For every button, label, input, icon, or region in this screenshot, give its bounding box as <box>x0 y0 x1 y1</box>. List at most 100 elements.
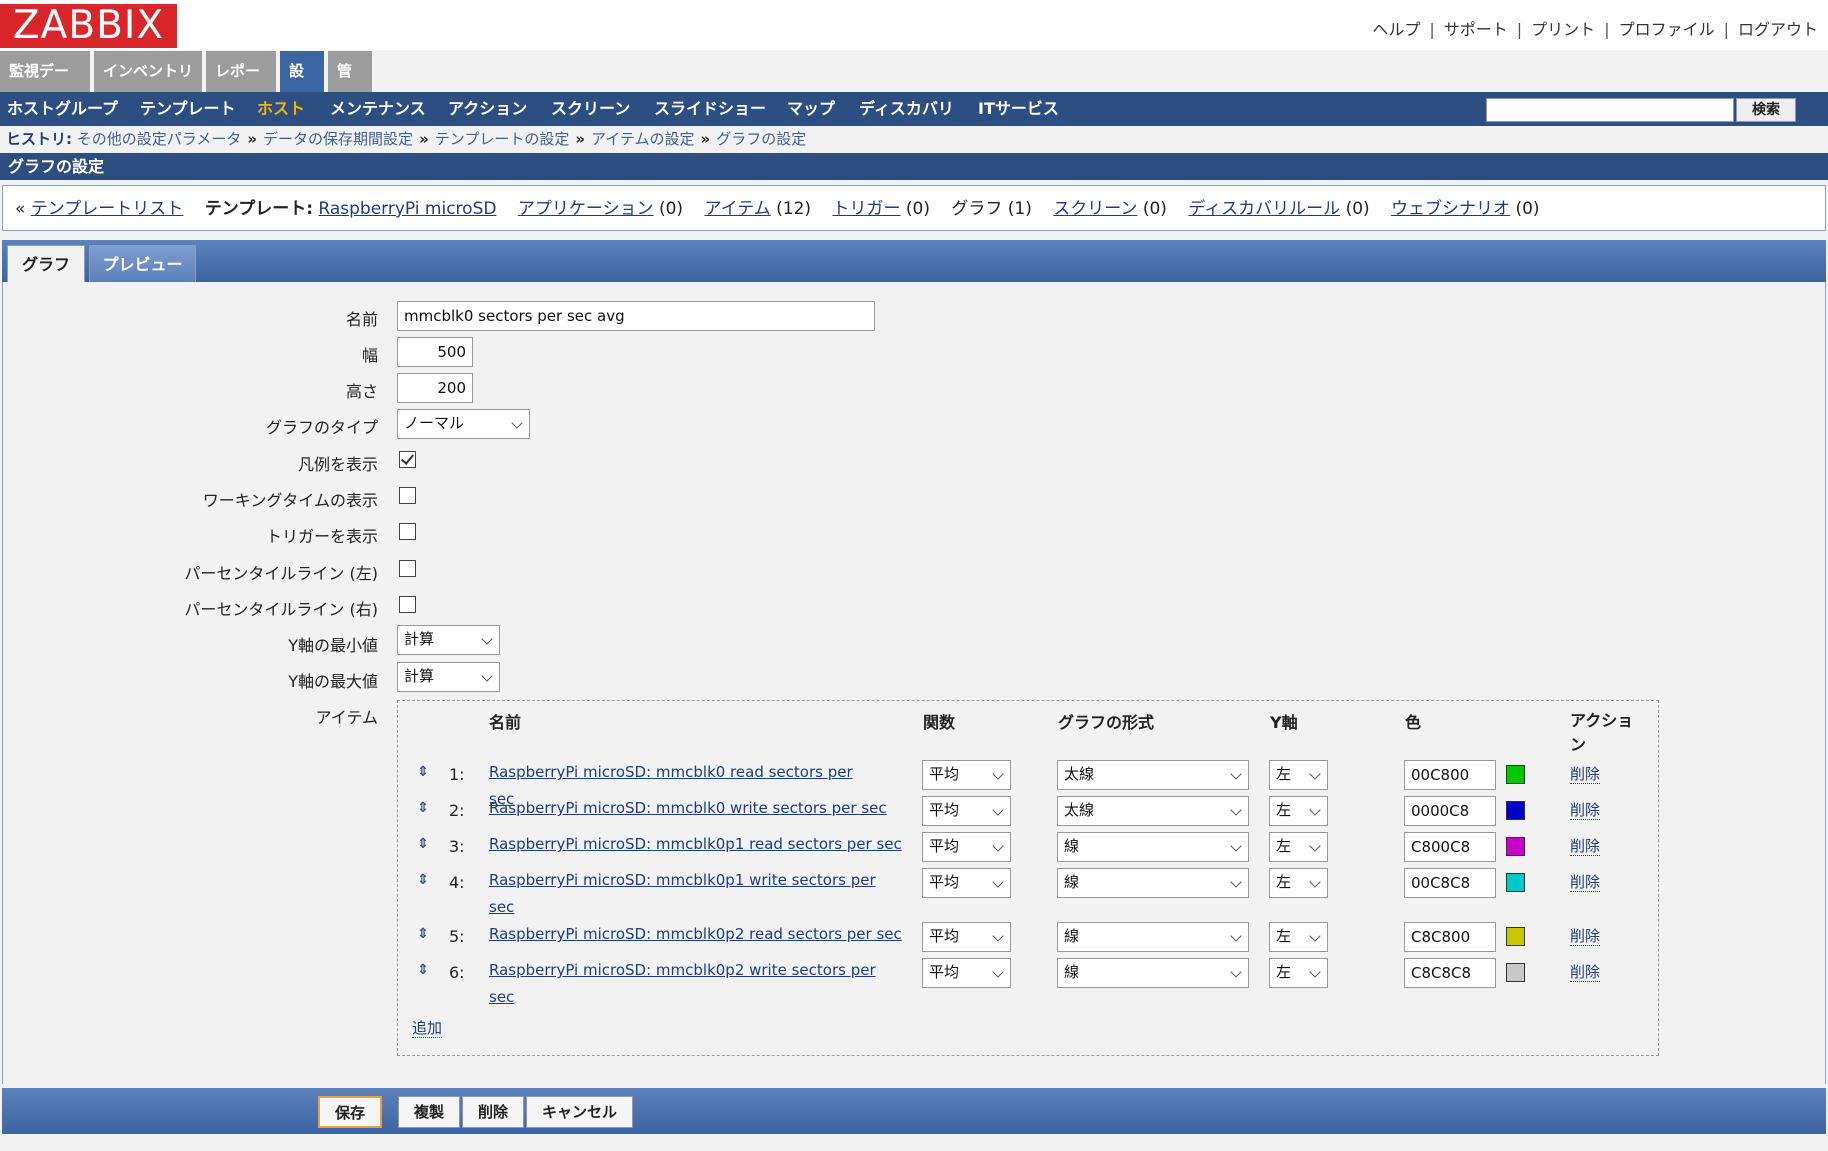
web-scenarios-link[interactable]: ウェブシナリオ <box>1391 199 1510 219</box>
item-link[interactable]: RaspberryPi microSD: mmcblk0 write secto… <box>489 795 889 822</box>
draw-style-select[interactable]: 線 <box>1057 868 1249 898</box>
delete-item-link[interactable]: 削除 <box>1570 927 1601 946</box>
items-link[interactable]: アイテム <box>704 199 770 219</box>
color-field[interactable]: C8C8C8 <box>1404 958 1496 988</box>
submenu-actions[interactable]: アクション <box>448 92 527 126</box>
y-axis-select[interactable]: 左 <box>1269 922 1328 952</box>
submenu-screens[interactable]: スクリーン <box>551 92 630 126</box>
help-link[interactable]: ヘルプ <box>1372 20 1420 39</box>
item-link[interactable]: RaspberryPi microSD: mmcblk0p2 write sec… <box>489 957 894 1011</box>
tab-graph[interactable]: グラフ <box>7 245 85 282</box>
submenu-slideshows[interactable]: スライドショー <box>654 92 766 126</box>
draw-style-select[interactable]: 太線 <box>1057 796 1249 826</box>
zabbix-logo[interactable]: ZABBIX <box>0 4 177 48</box>
search-button[interactable]: 検索 <box>1736 98 1796 122</box>
show-triggers-checkbox[interactable] <box>399 523 416 540</box>
draw-style-select[interactable]: 線 <box>1057 922 1249 952</box>
y-axis-select[interactable]: 左 <box>1269 958 1328 988</box>
submenu-hosts[interactable]: ホスト <box>257 92 305 126</box>
draw-style-select[interactable]: 線 <box>1057 832 1249 862</box>
function-select[interactable]: 平均 <box>922 922 1011 952</box>
y-axis-select[interactable]: 左 <box>1269 832 1328 862</box>
discovery-rules-link[interactable]: ディスカバリルール <box>1188 199 1340 219</box>
color-swatch[interactable] <box>1506 963 1525 982</box>
function-select[interactable]: 平均 <box>922 832 1011 862</box>
percentile-left-checkbox[interactable] <box>399 560 416 577</box>
tab-preview[interactable]: プレビュー <box>89 245 196 282</box>
delete-item-link[interactable]: 削除 <box>1570 801 1601 820</box>
y-axis-select[interactable]: 左 <box>1269 868 1328 898</box>
delete-item-link[interactable]: 削除 <box>1570 963 1601 982</box>
show-worktime-checkbox[interactable] <box>399 487 416 504</box>
history-item[interactable]: テンプレートの設定 <box>435 130 570 148</box>
delete-item-link[interactable]: 削除 <box>1570 765 1601 784</box>
height-field[interactable]: 200 <box>397 373 473 403</box>
submenu-host-groups[interactable]: ホストグループ <box>7 92 118 126</box>
function-select[interactable]: 平均 <box>922 760 1011 790</box>
submenu-templates[interactable]: テンプレート <box>140 92 236 126</box>
submenu-it-services[interactable]: ITサービス <box>978 92 1059 126</box>
menu-tab-configuration[interactable]: 設定 <box>280 51 326 121</box>
y-axis-select[interactable]: 左 <box>1269 796 1328 826</box>
color-field[interactable]: 0000C8 <box>1404 796 1496 826</box>
history-item[interactable]: アイテムの設定 <box>591 130 695 148</box>
color-swatch[interactable] <box>1506 801 1525 820</box>
graph-type-select[interactable]: ノーマル <box>397 409 530 439</box>
menu-tab-inventory[interactable]: インベントリ <box>94 51 204 92</box>
color-field[interactable]: C800C8 <box>1404 832 1496 862</box>
menu-tab-monitoring[interactable]: 監視データ <box>0 51 92 121</box>
drag-handle-icon[interactable]: ⇕ <box>417 873 429 887</box>
history-item[interactable]: グラフの設定 <box>716 130 806 148</box>
search-input[interactable] <box>1486 98 1734 122</box>
color-swatch[interactable] <box>1506 873 1525 892</box>
drag-handle-icon[interactable]: ⇕ <box>417 837 429 851</box>
save-button[interactable]: 保存 <box>318 1096 382 1128</box>
show-legend-checkbox[interactable] <box>399 451 416 468</box>
color-swatch[interactable] <box>1506 765 1525 784</box>
delete-item-link[interactable]: 削除 <box>1570 873 1601 892</box>
support-link[interactable]: サポート <box>1444 20 1508 39</box>
screens-link[interactable]: スクリーン <box>1053 199 1137 219</box>
item-link[interactable]: RaspberryPi microSD: mmcblk0p1 write sec… <box>489 867 894 921</box>
draw-style-select[interactable]: 太線 <box>1057 760 1249 790</box>
add-item-link[interactable]: 追加 <box>412 1019 443 1038</box>
print-link[interactable]: プリント <box>1531 20 1595 39</box>
profile-link[interactable]: プロファイル <box>1619 20 1715 39</box>
drag-handle-icon[interactable]: ⇕ <box>417 801 429 815</box>
history-item[interactable]: データの保存期間設定 <box>263 130 413 148</box>
draw-style-select[interactable]: 線 <box>1057 958 1249 988</box>
color-field[interactable]: 00C8C8 <box>1404 868 1496 898</box>
submenu-discovery[interactable]: ディスカバリ <box>859 92 954 126</box>
triggers-link[interactable]: トリガー <box>832 199 900 219</box>
template-list-link[interactable]: テンプレートリスト <box>31 199 184 219</box>
color-swatch[interactable] <box>1506 837 1525 856</box>
template-name-link[interactable]: RaspberryPi microSD <box>318 199 496 219</box>
item-link[interactable]: RaspberryPi microSD: mmcblk0p1 read sect… <box>489 831 909 858</box>
y-axis-select[interactable]: 左 <box>1269 760 1328 790</box>
color-field[interactable]: 00C800 <box>1404 760 1496 790</box>
function-select[interactable]: 平均 <box>922 958 1011 988</box>
delete-item-link[interactable]: 削除 <box>1570 837 1601 856</box>
logout-link[interactable]: ログアウト <box>1738 20 1818 39</box>
delete-button[interactable]: 削除 <box>462 1096 524 1128</box>
percentile-right-checkbox[interactable] <box>399 596 416 613</box>
ymin-select[interactable]: 計算 <box>397 625 500 655</box>
color-swatch[interactable] <box>1506 927 1525 946</box>
width-field[interactable]: 500 <box>397 337 473 367</box>
color-field[interactable]: C8C800 <box>1404 922 1496 952</box>
function-select[interactable]: 平均 <box>922 796 1011 826</box>
clone-button[interactable]: 複製 <box>398 1096 460 1128</box>
name-field[interactable]: mmcblk0 sectors per sec avg <box>397 301 875 331</box>
submenu-maps[interactable]: マップ <box>787 92 835 126</box>
item-link[interactable]: RaspberryPi microSD: mmcblk0p2 read sect… <box>489 921 909 948</box>
menu-tab-administration[interactable]: 管理 <box>328 51 374 121</box>
drag-handle-icon[interactable]: ⇕ <box>417 963 429 977</box>
function-select[interactable]: 平均 <box>922 868 1011 898</box>
drag-handle-icon[interactable]: ⇕ <box>417 927 429 941</box>
ymax-select[interactable]: 計算 <box>397 662 500 692</box>
cancel-button[interactable]: キャンセル <box>526 1096 633 1128</box>
menu-tab-reports[interactable]: レポート <box>206 51 278 121</box>
applications-link[interactable]: アプリケーション <box>518 199 654 219</box>
drag-handle-icon[interactable]: ⇕ <box>417 765 429 779</box>
submenu-maintenance[interactable]: メンテナンス <box>330 92 426 126</box>
